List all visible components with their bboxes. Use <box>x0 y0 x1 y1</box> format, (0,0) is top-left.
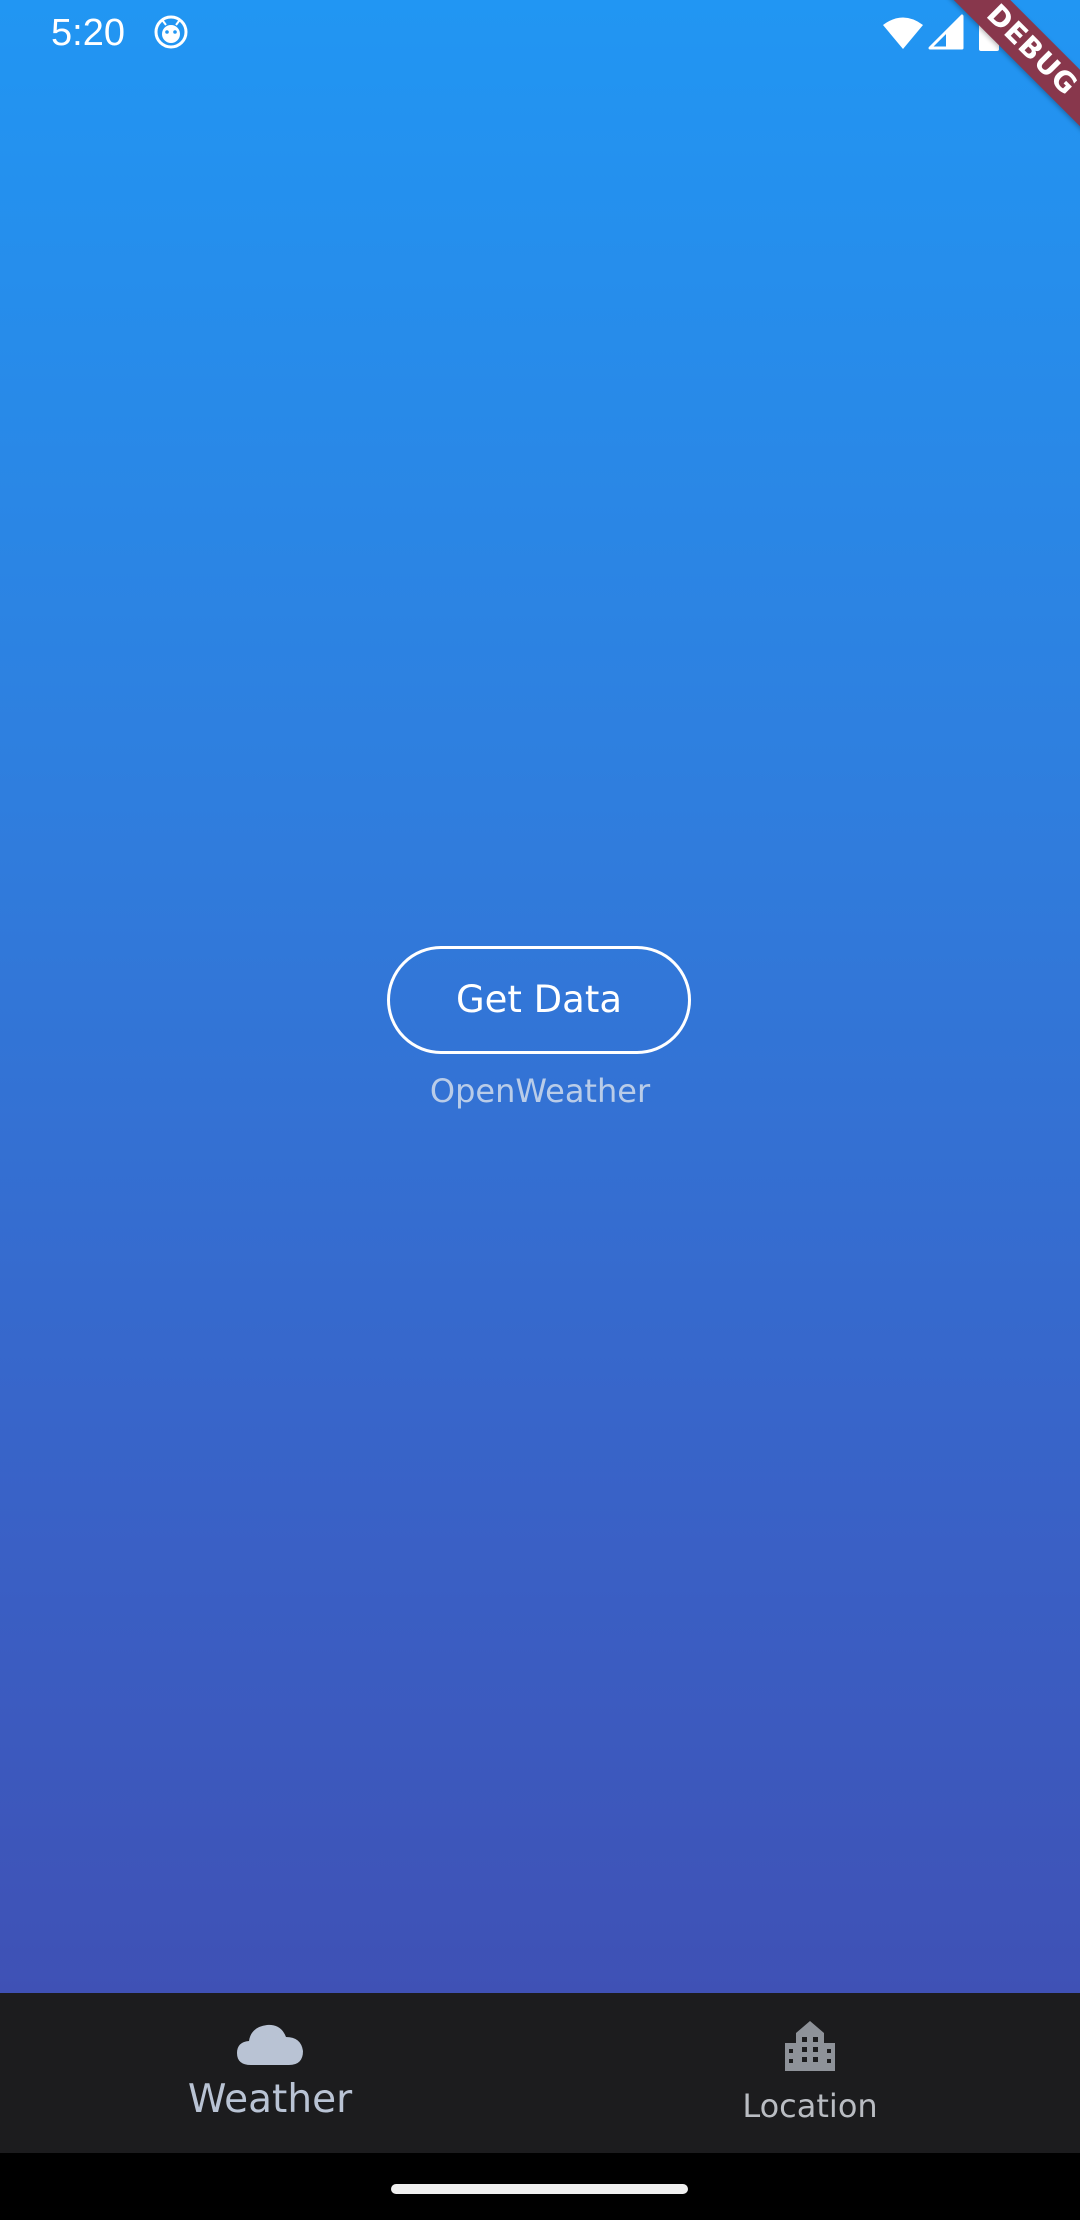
nav-location-label: Location <box>742 2087 878 2125</box>
nav-item-weather[interactable]: Weather <box>0 1993 540 2153</box>
system-navigation-bar <box>0 2153 1080 2220</box>
bottom-navigation-bar: Weather Location <box>0 1993 1080 2153</box>
app-screen: 5:20 DEBUG Get Data OpenWeather Weather … <box>0 0 1080 2220</box>
home-indicator[interactable] <box>391 2184 688 2194</box>
wifi-icon <box>883 17 923 49</box>
android-face-icon <box>154 15 188 49</box>
cloud-icon <box>237 2024 303 2065</box>
get-data-button[interactable]: Get Data <box>387 946 691 1054</box>
status-bar: 5:20 <box>0 0 1080 66</box>
nav-weather-label: Weather <box>187 2077 353 2122</box>
nav-item-location[interactable]: Location <box>540 1993 1080 2153</box>
cell-signal-icon <box>928 14 964 50</box>
status-time: 5:20 <box>51 12 125 54</box>
building-icon <box>785 2021 835 2071</box>
provider-label: OpenWeather <box>429 1072 651 1110</box>
